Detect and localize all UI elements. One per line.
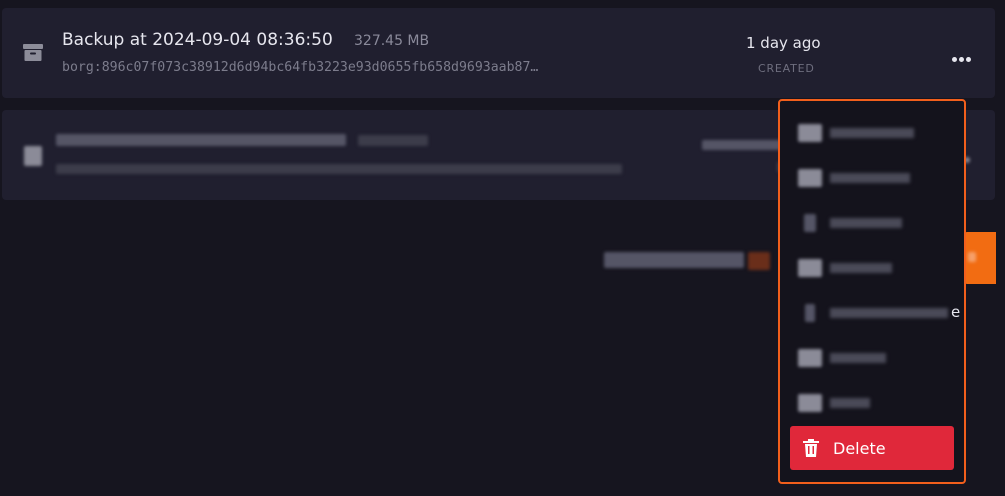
obscured-link (748, 252, 770, 270)
menu-item-label (830, 128, 914, 138)
menu-item-icon (805, 304, 815, 322)
delete-label: Delete (833, 439, 886, 458)
menu-item-1[interactable] (796, 118, 946, 148)
menu-item-2[interactable] (796, 163, 946, 193)
archive-icon (24, 146, 42, 166)
menu-item-7[interactable] (796, 388, 946, 418)
menu-item-5[interactable]: e (796, 298, 960, 328)
backup-size: 327.45 MB (354, 33, 430, 49)
menu-item-label (830, 263, 892, 273)
menu-item-label (830, 353, 886, 363)
archive-icon (23, 44, 43, 61)
menu-item-icon (798, 349, 822, 367)
obscured-hash (56, 164, 622, 174)
backup-row[interactable]: Backup at 2024-09-04 08:36:50 327.45 MB … (2, 8, 995, 98)
more-icon-dot (966, 57, 971, 62)
delete-button[interactable]: Delete (790, 426, 954, 470)
more-options-button[interactable] (944, 48, 978, 70)
menu-item-4[interactable] (796, 253, 946, 283)
menu-item-label (830, 218, 902, 228)
menu-item-label (830, 308, 948, 318)
menu-item-icon (804, 214, 816, 232)
menu-item-label-visible-letter: e (951, 303, 961, 321)
menu-item-label (830, 398, 870, 408)
menu-item-icon (798, 124, 822, 142)
backup-context-menu: e Delete (778, 99, 966, 484)
backup-title: Backup at 2024-09-04 08:36:50 (62, 30, 333, 50)
trash-icon (803, 439, 819, 457)
backup-hash: borg:896c07f073c38912d6d94bc64fb3223e93d… (62, 60, 539, 75)
more-icon-dot (959, 57, 964, 62)
more-icon-dot (952, 57, 957, 62)
obscured-button-label (968, 252, 976, 262)
menu-item-label (830, 173, 910, 183)
menu-item-icon (798, 394, 822, 412)
menu-item-6[interactable] (796, 343, 946, 373)
obscured-age (702, 140, 782, 150)
menu-item-3[interactable] (796, 208, 946, 238)
obscured-title (56, 134, 346, 146)
menu-item-icon (798, 169, 822, 187)
primary-action-button[interactable] (964, 232, 996, 284)
obscured-text (604, 252, 744, 268)
menu-item-icon (798, 259, 822, 277)
backup-age-label: CREATED (758, 62, 815, 75)
obscured-size (358, 135, 428, 146)
backup-age: 1 day ago (746, 34, 821, 52)
